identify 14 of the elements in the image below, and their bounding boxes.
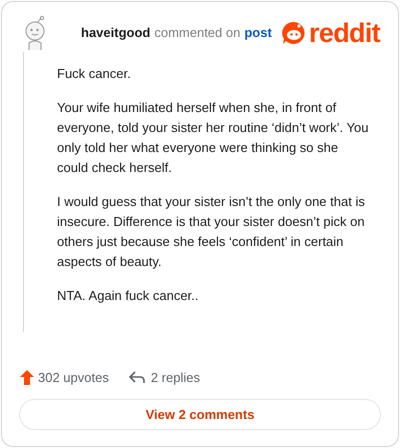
- comment-paragraph: I would guess that your sister isn’t the only one that is insecure. Difference is that your sister doesn’t pick on others just because she feels ‘confident’ in certain aspects of beauty.: [57, 193, 366, 271]
- upvote-count: 302 upvotes: [38, 368, 109, 387]
- action-text: commented on: [154, 24, 240, 42]
- reply-count: 2 replies: [150, 368, 200, 387]
- reply-icon[interactable]: [128, 370, 145, 384]
- logo-icon: [282, 21, 306, 45]
- logo-text: reddit: [309, 20, 380, 46]
- view-comments-button[interactable]: View 2 comments: [19, 399, 381, 430]
- upvote-icon[interactable]: [20, 370, 34, 385]
- comment-paragraph: Your wife humiliated herself when she, in front of everyone, told your sister her routine ‘didn’t work’. You only told her what everyone were thinking so she could check herself.: [57, 99, 370, 177]
- comment-paragraph: Fuck cancer.: [57, 65, 132, 83]
- comment-paragraph: NTA. Again fuck cancer..: [57, 287, 200, 305]
- username[interactable]: haveitgood: [81, 23, 150, 43]
- post-link[interactable]: post: [244, 23, 272, 43]
